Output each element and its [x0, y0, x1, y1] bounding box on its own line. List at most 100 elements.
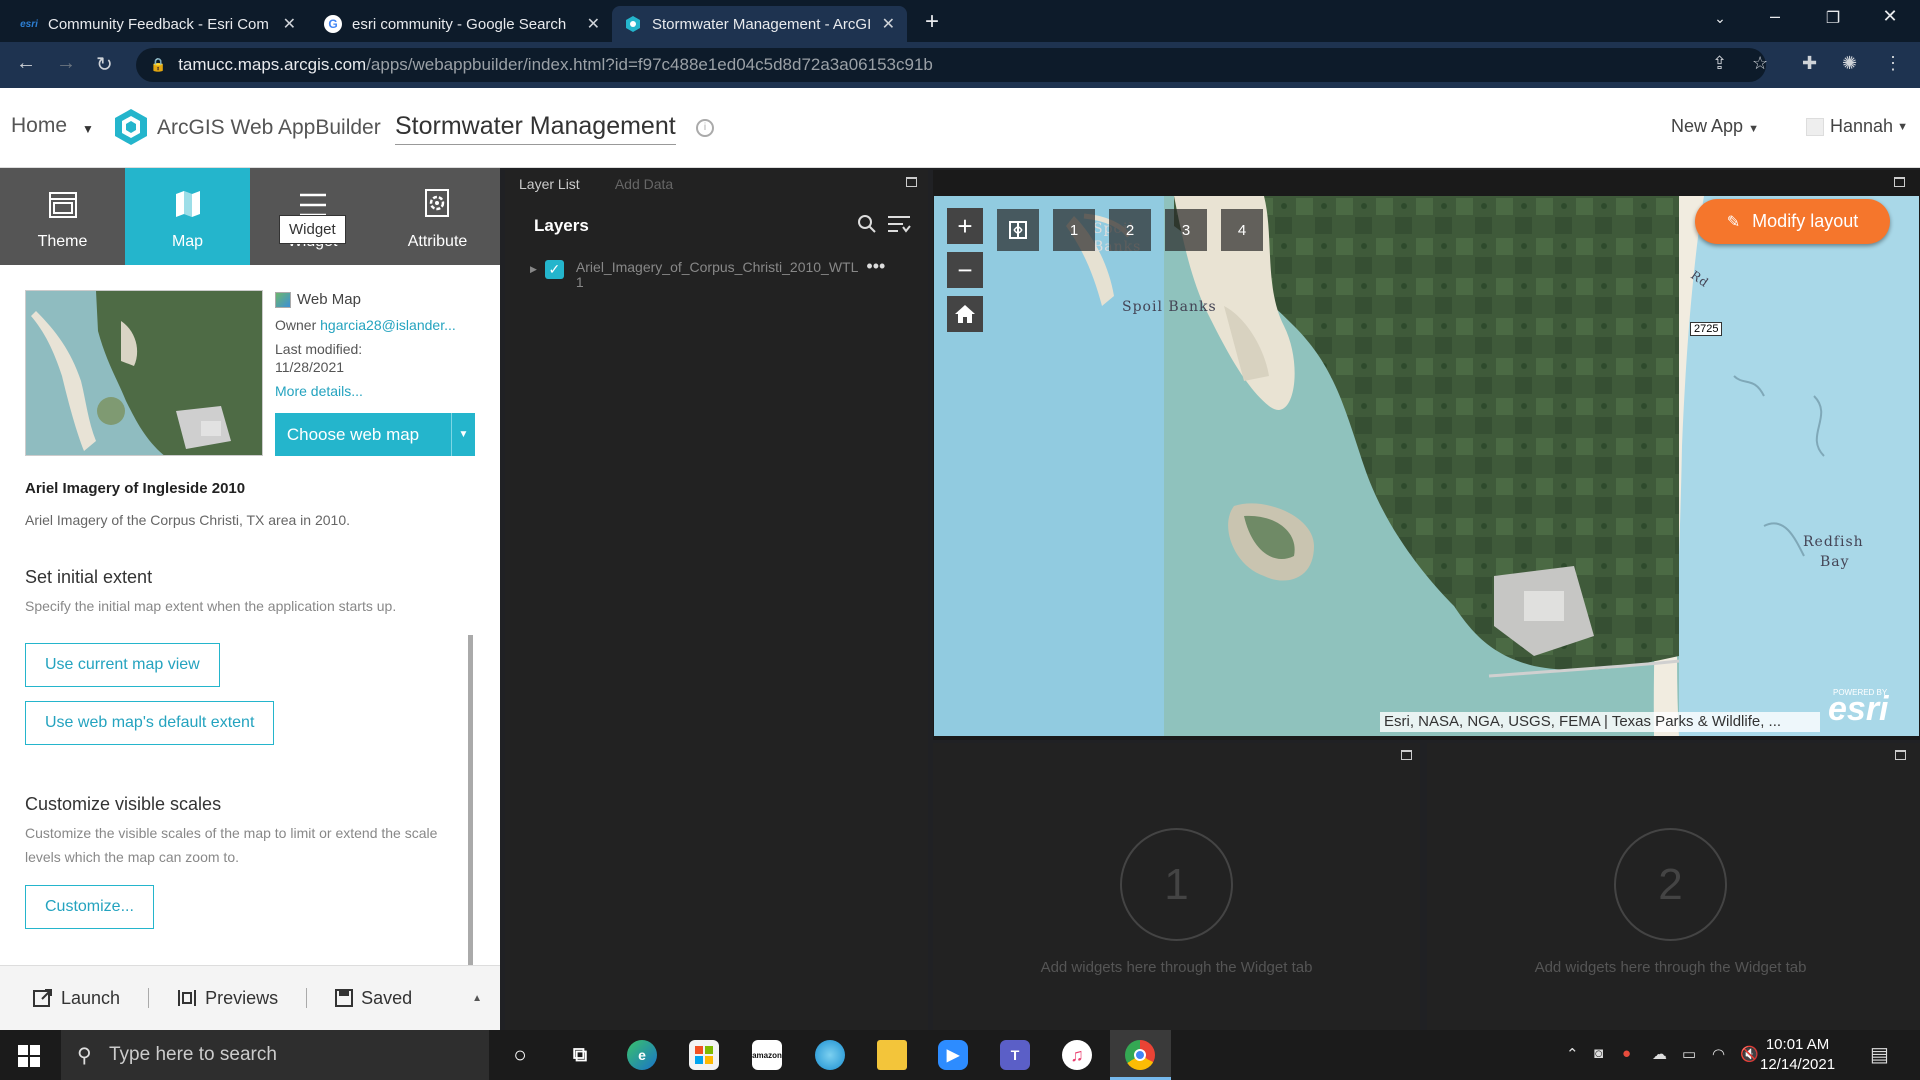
maximize-icon[interactable] — [906, 177, 917, 187]
widget-placeholder-1[interactable]: 1 Add widgets here through the Widget ta… — [933, 743, 1420, 1030]
chrome-icon[interactable] — [1125, 1040, 1155, 1070]
cortana-icon[interactable]: ○ — [505, 1040, 535, 1070]
tab-add-data[interactable]: Add Data — [615, 176, 673, 192]
filter-list-icon[interactable] — [887, 214, 911, 239]
owner-link[interactable]: hgarcia28@islander... — [320, 317, 456, 333]
chevron-down-icon[interactable]: ▼ — [451, 413, 475, 456]
expand-icon[interactable]: ▶ — [530, 264, 537, 275]
zoom-icon[interactable]: ▶ — [938, 1040, 968, 1070]
tab-attribute[interactable]: Attribute — [375, 168, 500, 265]
layer-visibility-checkbox[interactable]: ✓ — [544, 260, 564, 279]
launch-icon — [33, 989, 52, 1007]
close-icon[interactable]: ✕ — [882, 14, 895, 34]
webmap-type-icon — [275, 292, 291, 309]
volume-muted-icon[interactable]: 🔇 — [1740, 1045, 1759, 1063]
back-icon[interactable]: ← — [16, 52, 36, 75]
itunes-icon[interactable]: ♫ — [1062, 1040, 1092, 1070]
use-default-extent-button[interactable]: Use web map's default extent — [25, 701, 275, 745]
system-clock[interactable]: 10:01 AM 12/14/2021 — [1760, 1035, 1835, 1076]
notifications-icon[interactable]: ▤ — [1870, 1042, 1889, 1067]
bookmark-4[interactable]: 4 — [1221, 209, 1263, 251]
browser-tab-stormwater[interactable]: Stormwater Management - ArcGI ✕ — [612, 6, 907, 42]
security-alert-icon[interactable]: ● — [1622, 1045, 1631, 1062]
zoom-out-button[interactable]: − — [947, 252, 983, 288]
profile-icon[interactable]: ✺ — [1842, 53, 1857, 74]
show-hidden-icons-icon[interactable]: ⌃ — [1566, 1045, 1579, 1063]
widget-placeholder-2[interactable]: 2 Add widgets here through the Widget ta… — [1427, 743, 1920, 1030]
map-icon — [175, 191, 200, 217]
layer-item[interactable]: ▶ ✓ Ariel_Imagery_of_Corpus_Christi_2010… — [530, 257, 885, 290]
minimize-icon[interactable]: – — [1755, 6, 1795, 27]
user-menu[interactable]: Hannah ▼ — [1806, 116, 1908, 137]
tab-search-icon[interactable]: ⌄ — [1700, 10, 1740, 27]
maximize-icon[interactable] — [1401, 750, 1412, 760]
maximize-icon[interactable] — [1895, 750, 1906, 760]
reload-icon[interactable]: ↻ — [96, 52, 113, 77]
meet-now-icon[interactable]: ◙ — [1594, 1045, 1603, 1062]
app-title[interactable]: Stormwater Management — [395, 112, 676, 145]
window-close-icon[interactable]: ✕ — [1870, 6, 1910, 27]
share-icon[interactable]: ⇪ — [1712, 53, 1727, 74]
maximize-icon[interactable] — [1894, 177, 1905, 187]
tab-theme[interactable]: Theme — [0, 168, 125, 265]
more-details-link[interactable]: More details... — [275, 383, 363, 399]
esri-logo[interactable]: esri — [1828, 690, 1889, 729]
use-current-map-view-button[interactable]: Use current map view — [25, 643, 220, 687]
home-button[interactable] — [947, 296, 983, 332]
address-bar[interactable]: 🔒 tamucc.maps.arcgis.com/apps/webappbuil… — [136, 48, 1766, 82]
map-attribution[interactable]: Esri, NASA, NGA, USGS, FEMA | Texas Park… — [1380, 712, 1820, 732]
close-icon[interactable]: ✕ — [587, 14, 600, 34]
customize-scales-button[interactable]: Customize... — [25, 885, 154, 929]
teams-icon[interactable]: T — [1000, 1040, 1030, 1070]
bookmark-star-icon[interactable]: ☆ — [1752, 53, 1768, 74]
windows-start-icon[interactable] — [18, 1045, 40, 1067]
tab-label: Map — [171, 233, 204, 250]
onedrive-icon[interactable]: ☁ — [1652, 1045, 1667, 1063]
new-app-menu[interactable]: New App ▼ — [1671, 116, 1759, 137]
info-icon[interactable]: i — [696, 119, 714, 137]
restore-icon[interactable]: ❐ — [1813, 8, 1853, 28]
photos-app-icon[interactable] — [815, 1040, 845, 1070]
previews-label: Previews — [205, 987, 279, 1008]
search-icon[interactable] — [857, 214, 877, 239]
previews-button[interactable]: Previews — [177, 988, 278, 1009]
tab-map[interactable]: Map — [125, 168, 250, 265]
map-settings-content: Web Map Owner hgarcia28@islander... Last… — [0, 265, 500, 965]
chevron-up-icon[interactable]: ▲ — [472, 993, 482, 1004]
close-icon[interactable]: ✕ — [283, 14, 296, 34]
more-options-icon[interactable]: ••• — [866, 257, 885, 275]
battery-icon[interactable]: ▭ — [1682, 1045, 1696, 1063]
layer-name-suffix: 1 — [575, 273, 584, 290]
bookmark-widget-icon[interactable] — [997, 209, 1039, 251]
extensions-icon[interactable]: ✚ — [1802, 53, 1817, 74]
amazon-icon[interactable]: amazon — [752, 1040, 782, 1070]
forward-icon[interactable]: → — [56, 52, 76, 75]
saved-status[interactable]: Saved — [335, 988, 412, 1009]
new-tab-icon[interactable]: + — [925, 8, 939, 36]
microsoft-store-icon[interactable] — [689, 1040, 719, 1070]
zoom-in-button[interactable]: + — [947, 208, 983, 244]
scales-description: Customize the visible scales of the map … — [25, 825, 438, 865]
browser-tab-google-search[interactable]: G esri community - Google Search ✕ — [312, 6, 612, 42]
bookmark-1[interactable]: 1 — [1053, 209, 1095, 251]
browser-tab-community-feedback[interactable]: esri Community Feedback - Esri Com ✕ — [8, 6, 308, 42]
launch-button[interactable]: Launch — [33, 988, 120, 1009]
bookmark-2[interactable]: 2 — [1109, 209, 1151, 251]
edge-icon[interactable]: e — [627, 1040, 657, 1070]
layer-list-panel: Layer List Add Data Layers ▶ ✓ Ariel_Ima… — [505, 170, 928, 1030]
home-menu[interactable]: Home — [11, 114, 67, 138]
tab-layer-list[interactable]: Layer List — [519, 176, 580, 192]
chevron-down-icon[interactable]: ▼ — [82, 122, 94, 136]
scrollbar-thumb[interactable] — [468, 635, 473, 965]
modify-layout-button[interactable]: ✎ Modify layout — [1695, 199, 1890, 244]
taskbar-search[interactable]: ⚲ Type here to search — [61, 1030, 489, 1080]
task-view-icon[interactable]: ⧉ — [565, 1040, 595, 1070]
bookmark-3[interactable]: 3 — [1165, 209, 1207, 251]
map-view[interactable] — [934, 196, 1919, 736]
webappbuilder-favicon-icon — [624, 15, 642, 33]
choose-web-map-button[interactable]: Choose web map ▼ — [275, 413, 475, 456]
map-label-redfish: Redfish — [1803, 534, 1864, 550]
wifi-icon[interactable]: ◠ — [1712, 1045, 1725, 1063]
file-explorer-icon[interactable] — [877, 1040, 907, 1070]
browser-menu-icon[interactable]: ⋮ — [1884, 53, 1902, 74]
